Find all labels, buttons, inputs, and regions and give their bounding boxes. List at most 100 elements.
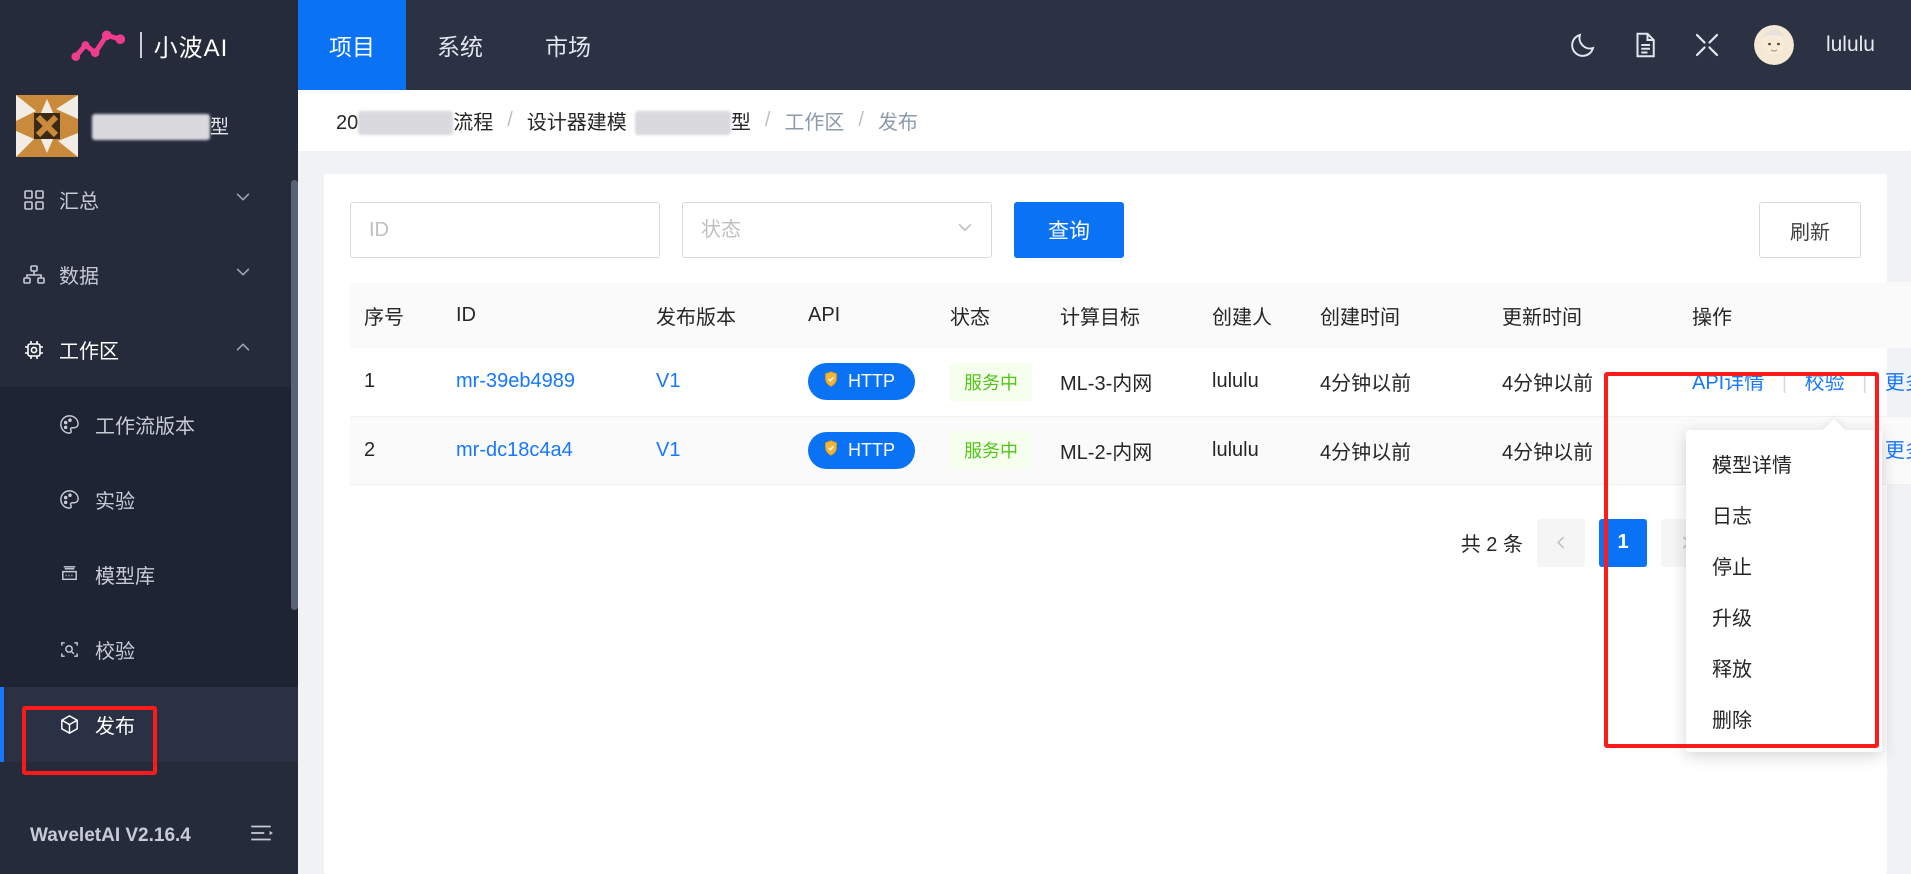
tab-project[interactable]: 项目 <box>298 0 406 90</box>
action-api-detail[interactable]: API详情 <box>1692 372 1764 394</box>
sidebar-scrollbar-thumb[interactable] <box>291 180 298 610</box>
dropdown-item-logs[interactable]: 日志 <box>1686 489 1882 540</box>
pagination-page-1[interactable]: 1 <box>1599 518 1647 567</box>
sidebar-item-label: 模型库 <box>95 566 155 588</box>
table-row[interactable]: 2 mr-dc18c4a4 V1 HTTP 服务中 ML-2-内网 lululu… <box>350 416 1911 485</box>
fullscreen-exit-icon[interactable] <box>1692 30 1722 60</box>
moon-icon[interactable] <box>1568 30 1598 60</box>
project-name-suffix: 型 <box>210 116 230 138</box>
breadcrumb-text-tail: 流程 <box>453 111 494 134</box>
col-compute-target: 计算目标 <box>1046 282 1198 348</box>
cell-id-link[interactable]: mr-39eb4989 <box>456 370 575 392</box>
publish-table: 序号 ID 发布版本 API 状态 计算目标 创建人 创建时间 更新时间 操作 <box>350 282 1911 485</box>
tab-label: 项目 <box>329 34 375 60</box>
sidebar-item-experiment[interactable]: 实验 <box>0 462 298 537</box>
main-region: 项目 系统 市场 lululu 20 流程 / 设计器建模 型 / 工作区 / … <box>298 0 1911 874</box>
col-created-time: 创建时间 <box>1306 282 1488 348</box>
sidebar-item-workflow-version[interactable]: 工作流版本 <box>0 387 298 462</box>
workspace-submenu: 工作流版本 实验 模型库 校验 发布 <box>0 387 298 762</box>
sidebar-item-label: 发布 <box>95 716 135 738</box>
sidebar-scrollbar[interactable] <box>291 162 298 798</box>
tab-system[interactable]: 系统 <box>406 0 514 90</box>
app-root: 小波AI 型 汇总 数据 工作区 工作流版本 实验 模型库 校验 发布 Wave… <box>0 0 1911 874</box>
api-badge[interactable]: HTTP <box>808 431 915 469</box>
document-icon[interactable] <box>1630 30 1660 60</box>
breadcrumb-item-2[interactable]: 工作区 <box>784 106 844 135</box>
table-head: 序号 ID 发布版本 API 状态 计算目标 创建人 创建时间 更新时间 操作 <box>350 282 1911 348</box>
action-separator: | <box>1781 371 1788 394</box>
breadcrumb-item-0[interactable]: 20 流程 <box>336 106 493 136</box>
menu-collapse-icon[interactable] <box>248 820 274 852</box>
sidebar-item-workspace[interactable]: 工作区 <box>0 312 298 387</box>
breadcrumb-item-3[interactable]: 发布 <box>878 106 918 135</box>
shield-icon <box>822 370 840 393</box>
cell-compute-target: ML-2-内网 <box>1046 416 1198 485</box>
col-version: 发布版本 <box>642 282 794 348</box>
project-selector[interactable]: 型 <box>0 90 298 162</box>
chevron-down-icon <box>234 188 252 212</box>
sidebar-item-model-library[interactable]: 模型库 <box>0 537 298 612</box>
content-area: 查询 刷新 序号 ID 发布版本 <box>298 152 1911 874</box>
api-badge-label: HTTP <box>848 371 895 392</box>
refresh-button[interactable]: 刷新 <box>1759 202 1861 258</box>
redacted-text <box>634 111 731 136</box>
status-badge: 服务中 <box>950 431 1032 469</box>
more-actions-dropdown: 模型详情 日志 停止 升级 释放 删除 <box>1686 430 1882 752</box>
topbar: 项目 系统 市场 lululu <box>298 0 1911 90</box>
dropdown-item-release[interactable]: 释放 <box>1686 642 1882 693</box>
breadcrumb-item-1[interactable]: 设计器建模 型 <box>527 106 751 136</box>
pagination-prev[interactable] <box>1537 518 1585 567</box>
username: lululu <box>1825 33 1875 56</box>
model-library-icon <box>58 563 82 587</box>
cell-version-link[interactable]: V1 <box>656 439 680 461</box>
api-badge-label: HTTP <box>848 439 895 460</box>
breadcrumb-separator: / <box>764 109 771 131</box>
dropdown-item-upgrade[interactable]: 升级 <box>1686 591 1882 642</box>
action-more[interactable]: 更多 <box>1885 372 1911 394</box>
col-status: 状态 <box>936 282 1046 348</box>
action-more[interactable]: 更多 <box>1885 440 1911 462</box>
query-button[interactable]: 查询 <box>1014 202 1124 258</box>
filter-bar: 查询 刷新 <box>350 202 1861 258</box>
col-api: API <box>794 282 936 348</box>
chevron-down-icon <box>956 219 974 242</box>
sidebar-item-label: 工作流版本 <box>95 416 195 438</box>
cell-version-link[interactable]: V1 <box>656 370 680 392</box>
cell-compute-target: ML-3-内网 <box>1046 348 1198 417</box>
search-input-id[interactable] <box>350 202 660 258</box>
grid-icon <box>22 188 46 212</box>
tab-label: 系统 <box>437 34 483 60</box>
brand-logo[interactable]: 小波AI <box>0 0 298 90</box>
sidebar-item-label: 工作区 <box>59 341 119 363</box>
cell-actions: API详情 | 校验 | 更多 <box>1678 348 1911 417</box>
status-select[interactable] <box>682 202 992 258</box>
cell-creator: lululu <box>1198 348 1306 417</box>
cell-updated-time: 4分钟以前 <box>1488 416 1678 485</box>
palette-icon <box>58 488 82 512</box>
cell-updated-time: 4分钟以前 <box>1488 348 1678 417</box>
action-verify[interactable]: 校验 <box>1805 372 1845 394</box>
pagination: 共 2 条 1 10条/页 <box>350 518 1861 567</box>
brand-name: 小波AI <box>153 34 229 62</box>
sidebar-nav: 汇总 数据 工作区 工作流版本 实验 模型库 校验 发布 <box>0 162 298 798</box>
dropdown-item-delete[interactable]: 删除 <box>1686 693 1882 744</box>
dropdown-item-model-detail[interactable]: 模型详情 <box>1686 438 1882 489</box>
cell-created-time: 4分钟以前 <box>1306 348 1488 417</box>
breadcrumb-text-tail: 型 <box>730 111 751 134</box>
api-badge[interactable]: HTTP <box>808 363 915 401</box>
project-name: 型 <box>92 112 229 141</box>
avatar[interactable] <box>1753 25 1794 65</box>
table-header-row: 序号 ID 发布版本 API 状态 计算目标 创建人 创建时间 更新时间 操作 <box>350 282 1911 348</box>
status-select-input[interactable] <box>682 202 992 258</box>
cell-index: 1 <box>350 348 442 417</box>
sidebar-item-publish[interactable]: 发布 <box>0 687 298 762</box>
wavelet-logo-icon <box>70 27 128 63</box>
topbar-actions: lululu <box>1568 0 1911 90</box>
tab-market[interactable]: 市场 <box>514 0 622 90</box>
dropdown-item-stop[interactable]: 停止 <box>1686 540 1882 591</box>
table-row[interactable]: 1 mr-39eb4989 V1 HTTP 服务中 ML-3-内网 lululu… <box>350 348 1911 417</box>
sidebar-item-verify[interactable]: 校验 <box>0 612 298 687</box>
sidebar-item-summary[interactable]: 汇总 <box>0 162 298 237</box>
sidebar-item-data[interactable]: 数据 <box>0 237 298 312</box>
cell-id-link[interactable]: mr-dc18c4a4 <box>456 439 573 461</box>
